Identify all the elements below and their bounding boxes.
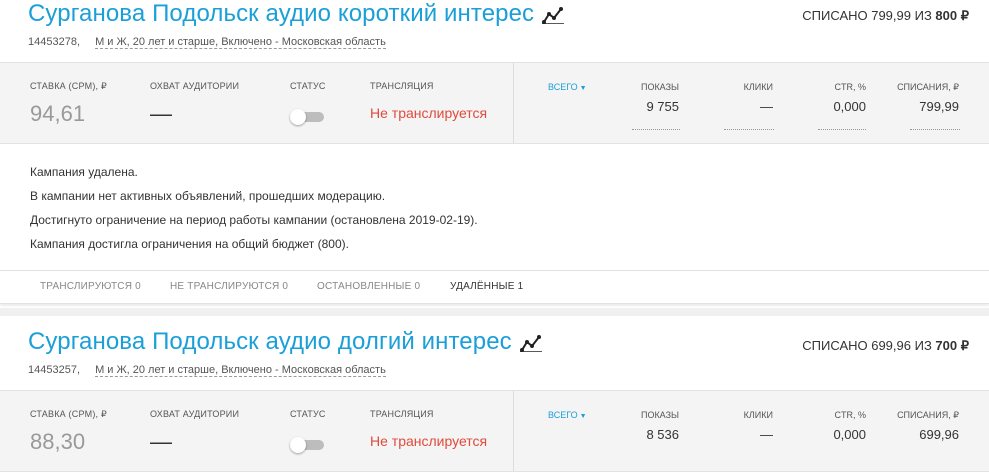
broadcast-status: Не транслируется	[370, 105, 488, 121]
period-dropdown-label: ВСЕГО	[548, 82, 578, 92]
spent-prefix: СПИСАНО 699,96 ИЗ	[802, 338, 932, 353]
rate-value[interactable]: 94,61	[30, 101, 85, 127]
message-line: Кампания удалена.	[30, 165, 138, 179]
stats-panel: СТАВКА (CPM), ₽ 94,61 ОХВАТ АУДИТОРИИ — …	[0, 62, 989, 144]
stats-panel: СТАВКА (CPM), ₽ 88,30 ОХВАТ АУДИТОРИИ — …	[0, 390, 989, 472]
period-dropdown-label: ВСЕГО	[548, 410, 578, 420]
status-toggle[interactable]	[290, 109, 326, 125]
targeting-link[interactable]: М и Ж, 20 лет и старше, Включено - Моско…	[95, 36, 386, 49]
spent-summary: СПИСАНО 799,99 ИЗ 800 ₽	[802, 8, 969, 24]
charges-value: 699,96	[919, 427, 959, 442]
shows-underline	[632, 129, 680, 130]
spent-limit: 700 ₽	[935, 338, 969, 353]
charges-label: СПИСАНИЯ, ₽	[897, 82, 959, 92]
card-separator	[0, 308, 989, 316]
campaign-title-text[interactable]: Сурганова Подольск аудио долгий интерес	[28, 328, 512, 355]
campaign-messages: Кампания удалена. В кампании нет активны…	[0, 143, 989, 269]
stats-chart-icon[interactable]	[519, 331, 542, 353]
campaign-meta: 14453257, М и Ж, 20 лет и старше, Включе…	[28, 364, 386, 377]
reach-label: ОХВАТ АУДИТОРИИ	[150, 409, 240, 419]
tab-count: 0	[282, 281, 289, 292]
ctr-value: 0,000	[833, 99, 866, 114]
rate-label: СТАВКА (CPM), ₽	[30, 409, 107, 419]
shows-value: 8 536	[646, 427, 679, 442]
message-line: Кампания достигла ограничения на общий б…	[30, 237, 349, 251]
spent-prefix: СПИСАНО 799,99 ИЗ	[802, 8, 932, 23]
tab-count: 1	[517, 281, 524, 292]
ctr-underline	[818, 129, 866, 130]
shows-value: 9 755	[646, 99, 679, 114]
rate-value[interactable]: 88,30	[30, 429, 85, 455]
clicks-underline	[724, 129, 774, 130]
toggle-knob	[290, 437, 306, 453]
broadcast-label: ТРАНСЛЯЦИЯ	[370, 81, 434, 91]
tab-not-broadcasting[interactable]: НЕ ТРАНСЛИРУЮТСЯ 0	[170, 281, 288, 292]
campaign-title[interactable]: Сурганова Подольск аудио короткий интере…	[28, 0, 565, 28]
broadcast-label: ТРАНСЛЯЦИЯ	[370, 409, 434, 419]
clicks-value: —	[760, 99, 773, 114]
ads-filter-tabs: ТРАНСЛИРУЮТСЯ 0 НЕ ТРАНСЛИРУЮТСЯ 0 ОСТАН…	[0, 270, 989, 304]
period-dropdown[interactable]: ВСЕГО ▼	[548, 410, 587, 420]
status-toggle[interactable]	[290, 437, 326, 453]
spent-summary: СПИСАНО 699,96 ИЗ 700 ₽	[802, 338, 969, 354]
period-dropdown[interactable]: ВСЕГО ▼	[548, 82, 587, 92]
message-line: Достигнуто ограничение на период работы …	[30, 213, 478, 227]
tab-label: УДАЛЁННЫЕ	[450, 281, 515, 292]
broadcast-status: Не транслируется	[370, 433, 488, 449]
status-label: СТАТУС	[290, 81, 326, 91]
campaign-id: 14453278,	[28, 36, 80, 48]
reach-value: —	[150, 429, 172, 454]
status-label: СТАТУС	[290, 409, 326, 419]
ctr-label: CTR, %	[834, 82, 867, 92]
campaign-title[interactable]: Сурганова Подольск аудио долгий интерес	[28, 328, 542, 356]
clicks-label: КЛИКИ	[743, 410, 773, 420]
caret-down-icon: ▼	[579, 85, 587, 92]
tab-label: ОСТАНОВЛЕННЫЕ	[317, 281, 412, 292]
tab-count: 0	[414, 281, 421, 292]
campaign-meta: 14453278, М и Ж, 20 лет и старше, Включе…	[28, 36, 386, 49]
charges-underline	[910, 129, 960, 130]
divider	[513, 391, 514, 471]
shows-label: ПОКАЗЫ	[640, 82, 679, 92]
ctr-label: CTR, %	[834, 410, 867, 420]
tab-broadcasting[interactable]: ТРАНСЛИРУЮТСЯ 0	[40, 281, 141, 292]
tab-stopped[interactable]: ОСТАНОВЛЕННЫЕ 0	[317, 281, 420, 292]
caret-down-icon: ▼	[579, 413, 587, 420]
reach-value: —	[150, 101, 172, 126]
message-line: В кампании нет активных объявлений, прош…	[30, 189, 386, 203]
campaign-id: 14453257,	[28, 364, 80, 376]
stats-chart-icon[interactable]	[542, 3, 565, 25]
clicks-label: КЛИКИ	[743, 82, 773, 92]
campaign-title-text[interactable]: Сурганова Подольск аудио короткий интере…	[28, 0, 534, 27]
targeting-link[interactable]: М и Ж, 20 лет и старше, Включено - Моско…	[95, 364, 386, 377]
tab-label: ТРАНСЛИРУЮТСЯ	[40, 281, 133, 292]
rate-label: СТАВКА (CPM), ₽	[30, 81, 107, 91]
tab-label: НЕ ТРАНСЛИРУЮТСЯ	[170, 281, 280, 292]
clicks-value: —	[760, 427, 773, 442]
reach-label: ОХВАТ АУДИТОРИИ	[150, 81, 240, 91]
shows-label: ПОКАЗЫ	[640, 410, 679, 420]
ctr-value: 0,000	[833, 427, 866, 442]
tab-deleted[interactable]: УДАЛЁННЫЕ 1	[450, 281, 523, 292]
toggle-knob	[290, 109, 306, 125]
charges-value: 799,99	[919, 99, 959, 114]
charges-label: СПИСАНИЯ, ₽	[897, 410, 959, 420]
spent-limit: 800 ₽	[935, 8, 969, 23]
divider	[513, 63, 514, 143]
tab-count: 0	[135, 281, 141, 292]
